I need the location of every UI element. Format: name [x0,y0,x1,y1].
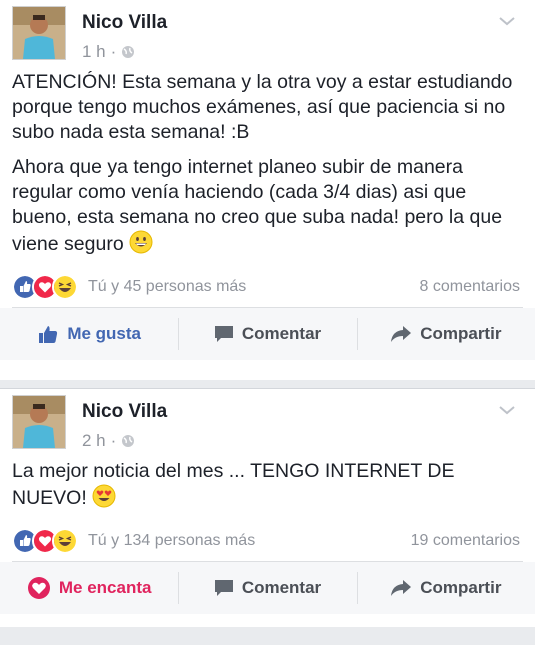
share-label: Compartir [420,324,502,343]
reactions-summary[interactable]: Tú y 134 personas más 19 comentarios [0,521,535,561]
like-label: Me gusta [67,324,141,343]
post-text: La mejor noticia del mes ... TENGO INTER… [0,459,535,511]
post-time[interactable]: 2 h [82,431,106,451]
globe-icon [122,46,135,58]
avatar[interactable] [12,395,66,449]
heart-eyes-emoji-icon [92,484,116,508]
comment-label: Comentar [241,324,322,343]
reactions-text: Tú y 134 personas más [88,532,256,549]
reaction-icons [12,528,78,554]
globe-icon [122,435,135,447]
reactions-summary[interactable]: Tú y 45 personas más 8 comentarios [0,267,535,307]
comments-count[interactable]: 8 comentarios [420,278,521,296]
meta-separator: · [110,42,117,61]
comment-icon [214,326,233,342]
chevron-down-icon[interactable] [497,14,517,28]
post-card: Nico Villa 2 h · La mejor noticia del me… [0,388,535,627]
share-icon [391,326,412,342]
author-name[interactable]: Nico Villa [82,12,167,34]
share-icon [391,580,412,596]
post-header: Nico Villa 1 h · [0,0,535,70]
post-paragraph: Ahora que ya tengo internet planeo subir… [12,156,503,255]
post-paragraph: ATENCIÓN! Esta semana y la otra voy a es… [12,71,513,143]
comment-button[interactable]: Comentar [178,308,356,360]
haha-reaction-icon [52,274,78,300]
love-reaction-icon [27,577,50,599]
avatar[interactable] [12,6,66,60]
grinning-emoji-icon [129,230,153,254]
share-button[interactable]: Compartir [356,562,535,614]
love-button[interactable]: Me encanta [0,562,178,614]
meta-separator: · [110,431,117,450]
post-card: Nico Villa 1 h · ATENCIÓN! Esta semana y… [0,0,535,380]
post-text: ATENCIÓN! Esta semana y la otra voy a es… [0,70,535,257]
post-meta: 1 h · [82,42,135,62]
chevron-down-icon[interactable] [497,403,517,417]
action-bar: Me encanta Comentar Compartir [0,562,535,614]
thumbs-up-icon [39,326,58,343]
like-button[interactable]: Me gusta [0,308,178,360]
haha-reaction-icon [52,528,78,554]
author-name[interactable]: Nico Villa [82,401,167,423]
action-bar: Me gusta Comentar Compartir [0,308,535,360]
reactions-text: Tú y 45 personas más [88,278,247,295]
comment-button[interactable]: Comentar [178,562,356,614]
love-label: Me encanta [58,578,152,597]
post-time[interactable]: 1 h [82,42,106,62]
post-header: Nico Villa 2 h · [0,389,535,459]
comments-count[interactable]: 19 comentarios [411,532,520,550]
reaction-icons [12,274,78,300]
share-button[interactable]: Compartir [356,308,535,360]
share-label: Compartir [420,578,502,597]
comment-label: Comentar [241,578,322,597]
comment-icon [214,580,233,596]
post-meta: 2 h · [82,431,135,451]
post-paragraph: La mejor noticia del mes ... TENGO INTER… [12,460,455,509]
